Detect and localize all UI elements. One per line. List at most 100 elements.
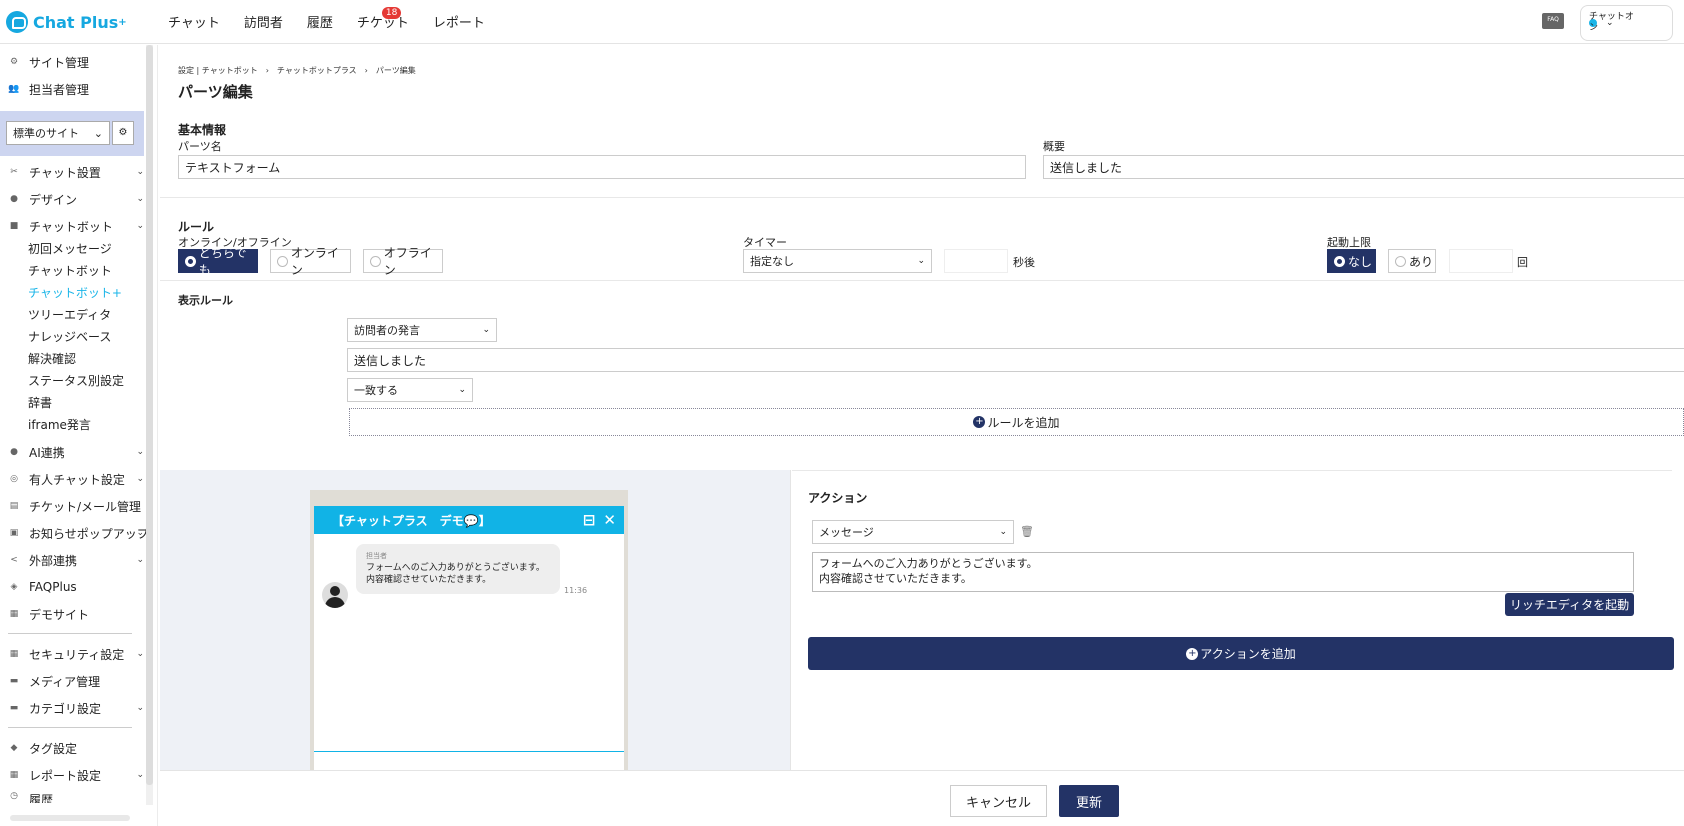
- sidebar-divider: [8, 727, 132, 728]
- rule-text-input[interactable]: 送信しました: [347, 348, 1684, 372]
- window-icon: ▦: [9, 609, 19, 619]
- sidebar-item-chat-install[interactable]: ✂ チャット設置 ⌄: [0, 161, 150, 183]
- nav-visitors[interactable]: 訪問者: [244, 12, 283, 31]
- sidebar-item-media[interactable]: ▬ メディア管理: [0, 670, 150, 692]
- summary-input[interactable]: 送信しました: [1043, 155, 1684, 179]
- sidebar-horizontal-scrollbar[interactable]: [10, 815, 130, 821]
- sidebar-item-label: 履歴: [29, 793, 54, 803]
- sidebar-scrollbar[interactable]: [146, 45, 153, 805]
- sidebar-item-manned-chat[interactable]: ◎ 有人チャット設定 ⌄: [0, 468, 150, 490]
- sidebar-item-tag[interactable]: ◆ タグ設定: [0, 737, 150, 759]
- cancel-button[interactable]: キャンセル: [950, 785, 1047, 817]
- sidebar-sub-chatbot-plus[interactable]: チャットボット+: [28, 282, 122, 302]
- sidebar-item-popup[interactable]: ▣ お知らせポップアップ ⌄: [0, 522, 150, 544]
- message-time: 11:36: [564, 586, 588, 595]
- minimize-icon[interactable]: ⊟: [583, 511, 596, 529]
- rich-editor-button[interactable]: リッチエディタを起動: [1505, 593, 1634, 616]
- sidebar-sub-tree-editor[interactable]: ツリーエディタ: [28, 304, 111, 324]
- sidebar-sub-dictionary[interactable]: 辞書: [28, 392, 52, 412]
- sidebar-item-ticket-mail[interactable]: ▤ チケット/メール管理: [0, 495, 150, 517]
- close-icon[interactable]: ✕: [603, 511, 616, 529]
- sidebar-item-staff-management[interactable]: 👥 担当者管理: [0, 78, 150, 100]
- sidebar-item-category[interactable]: ▬ カテゴリ設定 ⌄: [0, 697, 150, 719]
- chevron-down-icon: ⌄: [136, 194, 144, 204]
- radio-either[interactable]: どちらでも: [178, 246, 258, 277]
- chat-icon: ■: [9, 221, 19, 231]
- sidebar-sub-knowledge-base[interactable]: ナレッジベース: [28, 326, 111, 346]
- sidebar-sub-resolution-check[interactable]: 解決確認: [28, 348, 76, 368]
- popup-icon: ▣: [9, 528, 19, 538]
- agent-name: 担当者: [366, 552, 387, 560]
- rule-type-select[interactable]: 訪問者の発言 ⌄: [347, 318, 497, 342]
- trash-icon[interactable]: 🗑: [1020, 525, 1034, 538]
- status-dropdown[interactable]: チャットオン ⌄: [1580, 5, 1673, 41]
- add-action-button[interactable]: + アクションを追加: [808, 637, 1674, 670]
- panel-divider: [790, 470, 791, 770]
- nav-chat[interactable]: チャット: [168, 12, 220, 31]
- part-name-input[interactable]: テキストフォーム: [178, 155, 1026, 179]
- agent-avatar: [322, 582, 348, 608]
- update-button[interactable]: 更新: [1059, 785, 1119, 817]
- sidebar-sub-status-settings[interactable]: ステータス別設定: [28, 370, 124, 390]
- radio-label: オフライン: [383, 246, 432, 277]
- radio-indicator: [1395, 255, 1406, 267]
- timer-select[interactable]: 指定なし ⌄: [743, 249, 932, 273]
- sidebar-item-demo-site[interactable]: ▦ デモサイト: [0, 603, 150, 625]
- radio-offline[interactable]: オフライン: [363, 246, 443, 277]
- sidebar-item-label: デザイン: [29, 192, 78, 207]
- nav-ticket[interactable]: チケット 18: [357, 7, 409, 31]
- chevron-down-icon: ⌄: [93, 126, 103, 140]
- add-rule-button[interactable]: + ルールを追加: [349, 408, 1684, 436]
- launch-limit-input[interactable]: [1449, 249, 1513, 273]
- radio-limit-yes[interactable]: あり: [1388, 249, 1436, 273]
- sidebar-item-integration[interactable]: < 外部連携 ⌄: [0, 549, 150, 571]
- headset-icon: ◎: [10, 474, 18, 484]
- nav-history[interactable]: 履歴: [307, 12, 333, 31]
- scrollbar-thumb[interactable]: [146, 45, 153, 785]
- radio-limit-none[interactable]: なし: [1327, 249, 1376, 273]
- site-select[interactable]: 標準のサイト ⌄: [6, 121, 110, 145]
- radio-online[interactable]: オンライン: [270, 246, 351, 277]
- chevron-down-icon: ⌄: [136, 649, 144, 659]
- chevron-down-icon: ⌄: [136, 474, 144, 484]
- tag-icon: ◆: [10, 743, 18, 753]
- timer-select-value: 指定なし: [750, 255, 794, 268]
- wrench-icon: ✂: [10, 167, 18, 177]
- message-line-1: フォームへのご入力ありがとうございます。: [366, 563, 545, 573]
- timer-seconds-input[interactable]: [944, 249, 1008, 273]
- sidebar-item-chatbot[interactable]: ■ チャットボット ⌄: [0, 215, 150, 237]
- sidebar-item-security[interactable]: ▦ セキュリティ設定 ⌄: [0, 643, 150, 665]
- site-settings-gear-icon[interactable]: ⚙: [112, 121, 134, 145]
- sidebar-item-site-management[interactable]: ⚙ サイト管理: [0, 51, 150, 73]
- breadcrumb[interactable]: 設定 | チャットボット › チャットボットプラス › パーツ編集: [178, 65, 416, 76]
- sidebar-item-label: セキュリティ設定: [29, 647, 125, 662]
- sidebar-sub-first-message[interactable]: 初回メッセージ: [28, 238, 112, 258]
- summary-label: 概要: [1043, 140, 1065, 153]
- launch-limit-label: 起動上限: [1327, 236, 1371, 249]
- nav-report[interactable]: レポート: [433, 12, 485, 31]
- sidebar-item-report-settings[interactable]: ▦ レポート設定 ⌄: [0, 764, 150, 786]
- action-type-select[interactable]: メッセージ ⌄: [812, 520, 1014, 544]
- plus-circle-icon: +: [1186, 647, 1199, 660]
- sidebar-item-ai[interactable]: ● AI連携 ⌄: [0, 441, 150, 463]
- sidebar-item-history[interactable]: ◷ 履歴: [0, 791, 150, 803]
- chat-window: 【チャットプラス デモ💬】 ⊟ ✕ 担当者 フォームへのご入力ありがとうございます…: [314, 506, 624, 770]
- chevron-down-icon: ⌄: [136, 447, 144, 457]
- rule-heading: ルール: [178, 220, 215, 234]
- faq-icon[interactable]: FAQ: [1542, 13, 1564, 29]
- sidebar-item-design[interactable]: ● デザイン ⌄: [0, 188, 150, 210]
- chat-header: 【チャットプラス デモ💬】 ⊟ ✕: [314, 506, 624, 534]
- footer-bar: キャンセル 更新: [160, 770, 1684, 826]
- action-message-textarea[interactable]: フォームへのご入力ありがとうございます。 内容確認させていただきます。: [812, 552, 1634, 592]
- sidebar-sub-iframe[interactable]: iframe発言: [28, 414, 91, 434]
- plus-circle-icon: +: [973, 416, 986, 428]
- rule-match-select[interactable]: 一致する ⌄: [347, 378, 473, 402]
- radio-indicator: [1334, 255, 1345, 267]
- chat-preview-panel: 【チャットプラス デモ💬】 ⊟ ✕ 担当者 フォームへのご入力ありがとうございます…: [160, 470, 790, 770]
- sidebar-item-label: サイト管理: [29, 55, 90, 70]
- sidebar-item-faqplus[interactable]: ◈ FAQPlus: [0, 576, 150, 598]
- folder-icon: ▬: [9, 703, 19, 713]
- sidebar-sub-chatbot[interactable]: チャットボット: [28, 260, 112, 280]
- status-label: チャットオン: [1589, 12, 1634, 33]
- logo[interactable]: Chat Plus +: [6, 9, 127, 35]
